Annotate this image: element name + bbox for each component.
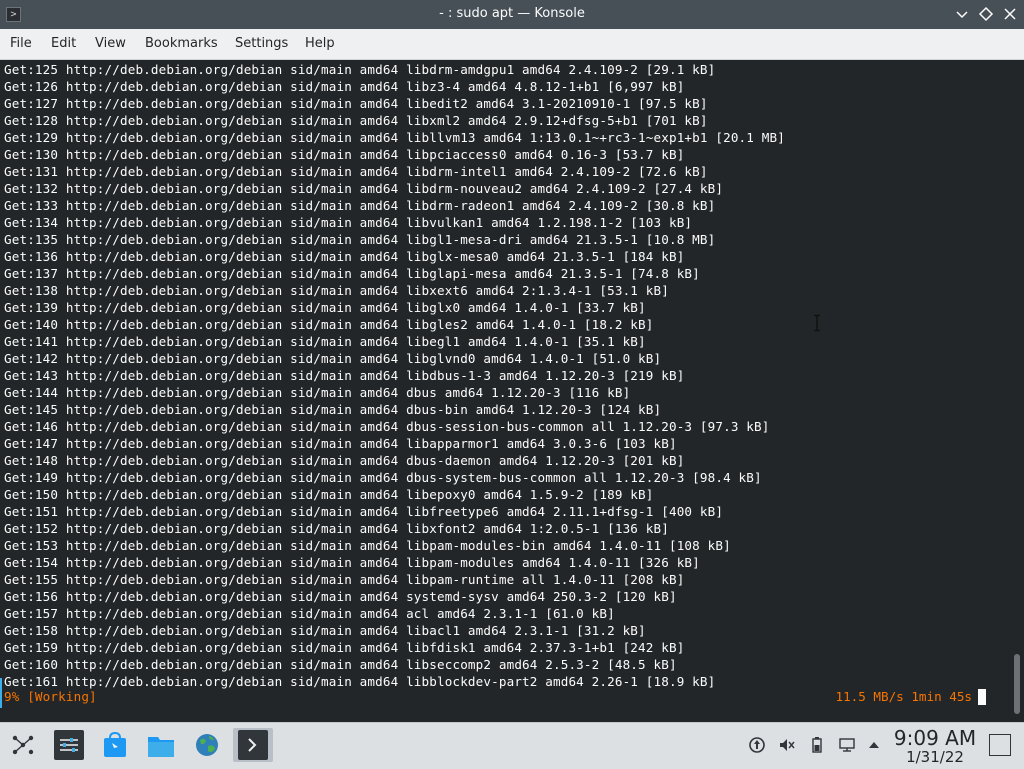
terminal-line: Get:146 http://deb.debian.org/debian sid…: [4, 419, 770, 434]
terminal-line: Get:132 http://deb.debian.org/debian sid…: [4, 181, 724, 196]
terminal-line: Get:131 http://deb.debian.org/debian sid…: [4, 164, 708, 179]
terminal-line: Get:139 http://deb.debian.org/debian sid…: [4, 300, 646, 315]
terminal-line: Get:149 http://deb.debian.org/debian sid…: [4, 470, 762, 485]
terminal-line: Get:141 http://deb.debian.org/debian sid…: [4, 334, 646, 349]
terminal-line: Get:158 http://deb.debian.org/debian sid…: [4, 623, 646, 638]
menu-settings[interactable]: Settings: [235, 36, 288, 51]
updates-icon[interactable]: [748, 736, 766, 754]
battery-icon[interactable]: [808, 736, 826, 754]
close-button[interactable]: [1001, 5, 1019, 23]
clock-time[interactable]: 9:09 AM: [890, 726, 980, 750]
terminal-line: Get:133 http://deb.debian.org/debian sid…: [4, 198, 716, 213]
terminal-output[interactable]: Get:125 http://deb.debian.org/debian sid…: [0, 60, 1010, 720]
terminal-line: Get:130 http://deb.debian.org/debian sid…: [4, 147, 685, 162]
terminal-line: Get:155 http://deb.debian.org/debian sid…: [4, 572, 685, 587]
taskbar: 9:09 AM 1/31/22: [0, 722, 1024, 769]
clock-date[interactable]: 1/31/22: [890, 748, 980, 766]
window-title: - : sudo apt — Konsole: [439, 6, 585, 21]
web-browser-icon[interactable]: [192, 730, 222, 760]
terminal-line: Get:126 http://deb.debian.org/debian sid…: [4, 79, 685, 94]
discover-icon[interactable]: [100, 730, 130, 760]
terminal-line: Get:150 http://deb.debian.org/debian sid…: [4, 487, 654, 502]
terminal-line: Get:129 http://deb.debian.org/debian sid…: [4, 130, 785, 145]
close-icon: [1004, 8, 1016, 20]
terminal-line: Get:148 http://deb.debian.org/debian sid…: [4, 453, 685, 468]
minimize-button[interactable]: [953, 5, 971, 23]
menu-file[interactable]: File: [10, 36, 32, 51]
terminal-line: Get:138 http://deb.debian.org/debian sid…: [4, 283, 669, 298]
menu-help[interactable]: Help: [305, 36, 335, 51]
menu-view[interactable]: View: [95, 36, 126, 51]
terminal-line: Get:151 http://deb.debian.org/debian sid…: [4, 504, 724, 519]
status-progress: 9% [Working]: [4, 689, 97, 704]
current-line-marker: [0, 678, 2, 708]
konsole-taskbar-button[interactable]: [233, 728, 273, 762]
terminal-line: Get:152 http://deb.debian.org/debian sid…: [4, 521, 669, 536]
terminal-line: Get:136 http://deb.debian.org/debian sid…: [4, 249, 685, 264]
status-rate: 11.5 MB/s 1min 45s: [835, 689, 972, 704]
terminal-line: Get:147 http://deb.debian.org/debian sid…: [4, 436, 677, 451]
terminal-line: Get:160 http://deb.debian.org/debian sid…: [4, 657, 677, 672]
application-launcher-icon[interactable]: [8, 730, 38, 760]
terminal-line: Get:153 http://deb.debian.org/debian sid…: [4, 538, 731, 553]
terminal-line: Get:142 http://deb.debian.org/debian sid…: [4, 351, 662, 366]
tray-expand-icon[interactable]: [865, 736, 883, 754]
terminal-line: Get:134 http://deb.debian.org/debian sid…: [4, 215, 693, 230]
ibeam-cursor-icon: [812, 314, 822, 332]
terminal-line: Get:154 http://deb.debian.org/debian sid…: [4, 555, 700, 570]
terminal-line: Get:156 http://deb.debian.org/debian sid…: [4, 589, 677, 604]
volume-muted-icon[interactable]: [778, 736, 796, 754]
terminal-line: Get:135 http://deb.debian.org/debian sid…: [4, 232, 716, 247]
maximize-button[interactable]: [977, 5, 995, 23]
terminal-line: Get:127 http://deb.debian.org/debian sid…: [4, 96, 708, 111]
terminal-line: Get:137 http://deb.debian.org/debian sid…: [4, 266, 700, 281]
scrollbar-thumb[interactable]: [1014, 654, 1020, 714]
terminal-line: Get:140 http://deb.debian.org/debian sid…: [4, 317, 654, 332]
menu-edit[interactable]: Edit: [51, 36, 76, 51]
dolphin-file-manager-icon[interactable]: [146, 730, 176, 760]
menu-bookmarks[interactable]: Bookmarks: [145, 36, 218, 51]
terminal-line: Get:161 http://deb.debian.org/debian sid…: [4, 674, 716, 689]
chevron-down-icon: [956, 11, 968, 19]
terminal-line: Get:128 http://deb.debian.org/debian sid…: [4, 113, 708, 128]
terminal-line: Get:143 http://deb.debian.org/debian sid…: [4, 368, 685, 383]
diamond-icon: [978, 6, 994, 22]
system-settings-icon[interactable]: [54, 730, 84, 760]
window-titlebar[interactable]: > - : sudo apt — Konsole: [0, 0, 1024, 29]
terminal-scrollbar[interactable]: [1010, 60, 1024, 720]
terminal-line: Get:125 http://deb.debian.org/debian sid…: [4, 62, 716, 77]
show-desktop-button[interactable]: [989, 734, 1011, 756]
terminal-line: Get:157 http://deb.debian.org/debian sid…: [4, 606, 615, 621]
menu-bar: File Edit View Bookmarks Settings Help: [0, 29, 1024, 60]
terminal-line: Get:145 http://deb.debian.org/debian sid…: [4, 402, 662, 417]
terminal-line: Get:159 http://deb.debian.org/debian sid…: [4, 640, 685, 655]
terminal-line: Get:144 http://deb.debian.org/debian sid…: [4, 385, 631, 400]
konsole-icon: [238, 730, 268, 760]
text-cursor: [978, 689, 986, 705]
network-icon[interactable]: [838, 736, 856, 754]
